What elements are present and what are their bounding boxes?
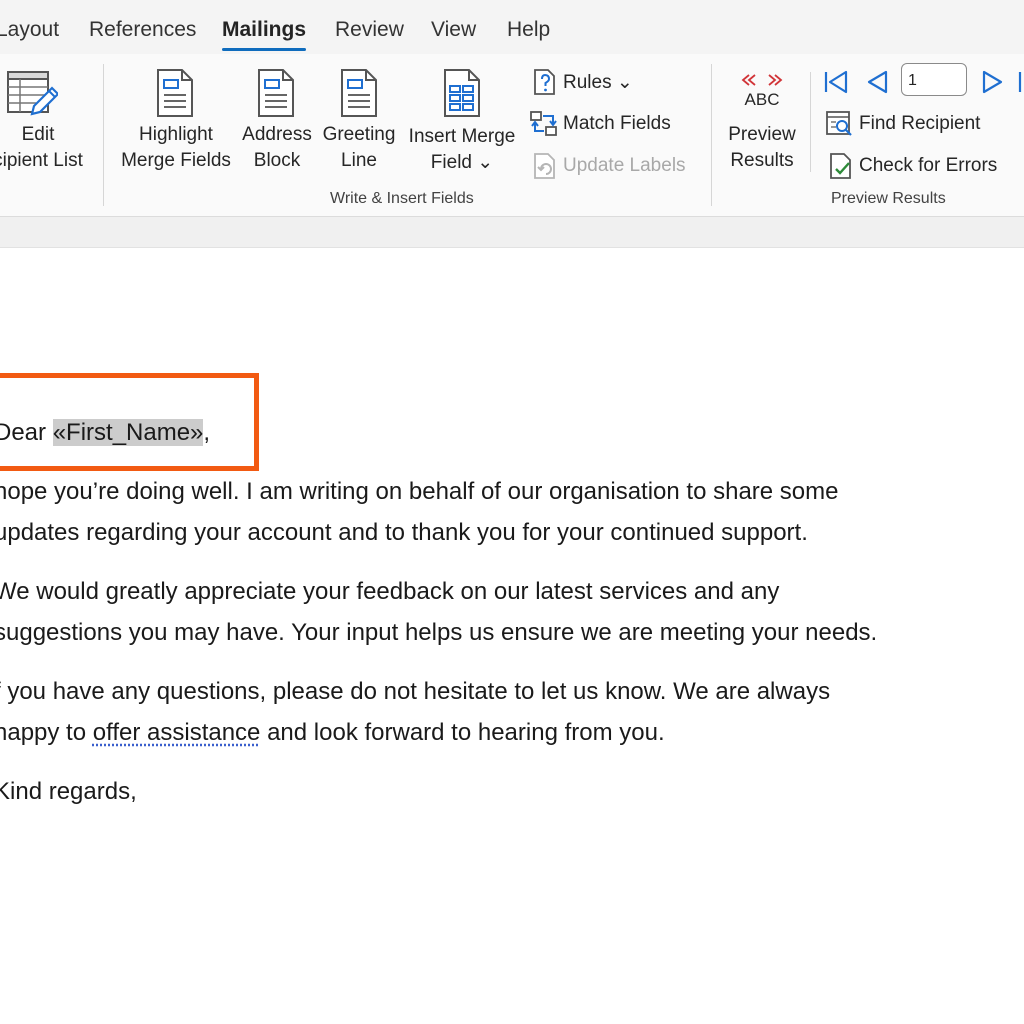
highlight-merge-fields-button[interactable]: Highlight Merge Fields bbox=[118, 122, 234, 174]
next-record-icon[interactable] bbox=[980, 68, 1006, 96]
paragraph-1-line-1[interactable]: hope you’re doing well. I am writing on … bbox=[0, 471, 839, 512]
match-fields-icon bbox=[530, 111, 557, 136]
check-for-errors-button[interactable]: Check for Errors bbox=[827, 152, 997, 180]
rules-button[interactable]: Rules ⌄ bbox=[531, 68, 633, 96]
preview-arrows-icon bbox=[741, 74, 783, 86]
paragraph-1-line-2[interactable]: updates regarding your account and to th… bbox=[0, 512, 808, 553]
update-labels-button[interactable]: Update Labels bbox=[531, 152, 686, 180]
tab-help[interactable]: Help bbox=[507, 18, 550, 42]
closing-line[interactable]: Kind regards, bbox=[0, 771, 137, 812]
insert-merge-field-icon bbox=[444, 69, 480, 117]
greeting-line-button[interactable]: Greeting Line bbox=[318, 122, 400, 174]
active-tab-indicator bbox=[222, 48, 306, 51]
find-recipient-icon bbox=[826, 111, 852, 136]
tab-view[interactable]: View bbox=[431, 18, 476, 42]
ribbon-separator bbox=[103, 64, 104, 206]
address-block-icon bbox=[258, 69, 294, 117]
match-fields-button[interactable]: Match Fields bbox=[529, 110, 671, 138]
update-labels-icon bbox=[534, 153, 555, 179]
rules-icon bbox=[534, 69, 555, 95]
recipient-list-edit-icon bbox=[7, 71, 58, 116]
ribbon-separator bbox=[711, 64, 712, 206]
preview-results-group-label: Preview Results bbox=[831, 190, 946, 207]
tab-layout[interactable]: Layout bbox=[0, 18, 59, 42]
find-recipient-button[interactable]: Find Recipient bbox=[825, 110, 980, 138]
write-insert-fields-group-label: Write & Insert Fields bbox=[330, 190, 474, 207]
last-record-icon[interactable] bbox=[1016, 68, 1024, 96]
tab-mailings[interactable]: Mailings bbox=[222, 18, 306, 42]
edit-recipient-list-button[interactable]: Edit cipient List bbox=[0, 122, 90, 174]
paragraph-3-line-2[interactable]: happy to offer assistance and look forwa… bbox=[0, 712, 665, 753]
first-record-icon[interactable] bbox=[822, 68, 850, 96]
tab-review[interactable]: Review bbox=[335, 18, 404, 42]
highlight-annotation-box bbox=[0, 373, 259, 471]
previous-record-icon[interactable] bbox=[864, 68, 890, 96]
record-number-input[interactable]: 1 bbox=[901, 63, 967, 96]
ribbon-tab-bar: Layout References Mailings Review View H… bbox=[0, 0, 1024, 54]
paragraph-3-line-1[interactable]: f you have any questions, please do not … bbox=[0, 671, 830, 712]
preview-abc-label: ABC bbox=[744, 90, 780, 109]
insert-merge-field-button[interactable]: Insert Merge Field ⌄ bbox=[403, 124, 521, 176]
mailings-ribbon: Edit cipient List Highlight Merge Fields… bbox=[0, 54, 1024, 217]
grammar-suggestion[interactable]: offer assistance bbox=[93, 719, 261, 746]
paragraph-2-line-1[interactable]: We would greatly appreciate your feedbac… bbox=[0, 571, 779, 612]
greeting-line-icon bbox=[341, 69, 377, 117]
ruler-band bbox=[0, 217, 1024, 248]
highlight-merge-fields-icon bbox=[157, 69, 193, 117]
tab-references[interactable]: References bbox=[89, 18, 196, 42]
paragraph-2-line-2[interactable]: suggestions you may have. Your input hel… bbox=[0, 612, 877, 653]
preview-results-button[interactable]: Preview Results bbox=[722, 122, 802, 174]
ribbon-separator bbox=[810, 72, 811, 172]
check-errors-icon bbox=[830, 153, 851, 179]
address-block-button[interactable]: Address Block bbox=[238, 122, 316, 174]
